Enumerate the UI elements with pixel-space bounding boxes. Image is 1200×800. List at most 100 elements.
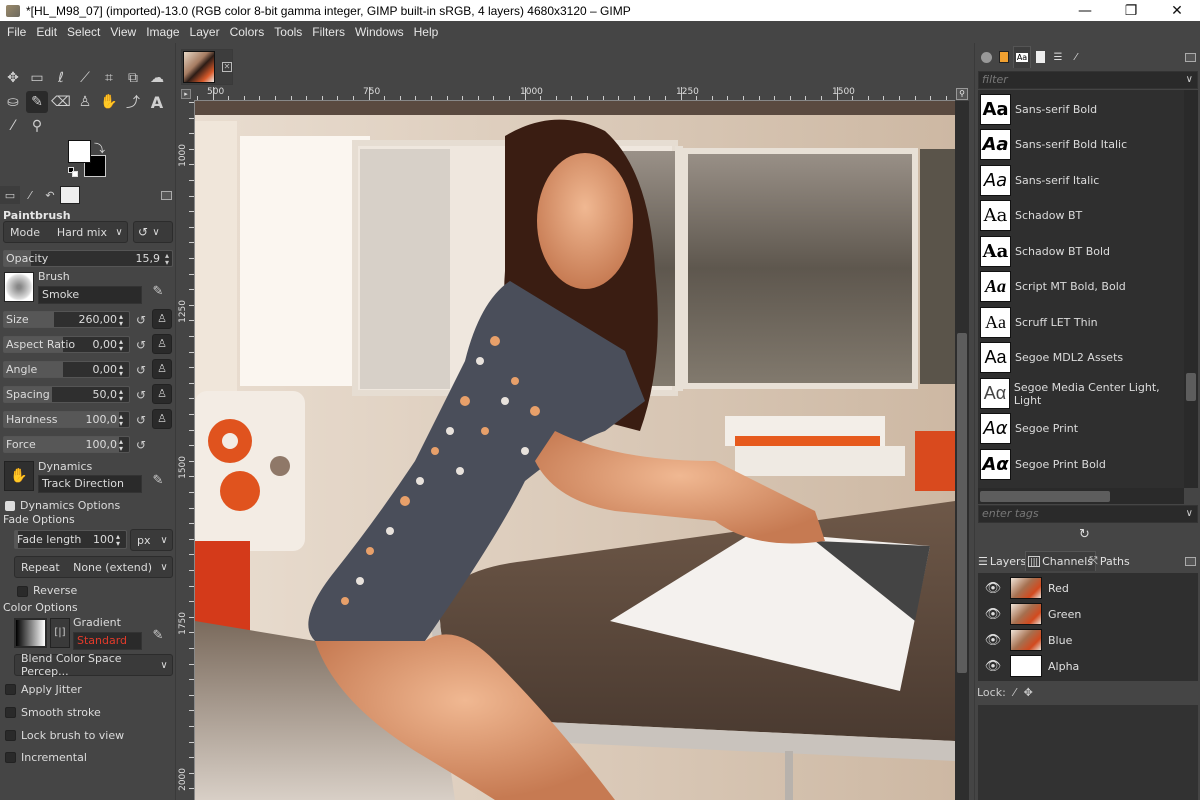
paint-tab-icon[interactable]: ⁄ bbox=[1067, 46, 1085, 68]
tool-options-tab-icon[interactable]: ▭ bbox=[0, 186, 20, 204]
menu-file[interactable]: File bbox=[2, 25, 31, 39]
spin-icon[interactable]: ▴ ▾ bbox=[119, 387, 129, 402]
channel-row[interactable]: 👁 Alpha bbox=[978, 653, 1198, 679]
channel-row[interactable]: 👁 Blue bbox=[978, 627, 1198, 653]
reset-spacing-icon[interactable]: ↺ bbox=[134, 388, 148, 402]
free-select-tool-icon[interactable]: ℓ bbox=[50, 67, 72, 89]
mode-dropdown[interactable]: Mode Hard mix ∨ bbox=[3, 221, 128, 243]
angle-slider[interactable]: Angle 0,00 ▴ ▾ bbox=[3, 361, 130, 378]
lock-position-icon[interactable]: ✥ bbox=[1024, 686, 1033, 699]
edit-dynamics-icon[interactable]: ✎ bbox=[148, 473, 168, 491]
fuzzy-select-tool-icon[interactable]: ⟋ bbox=[74, 67, 96, 89]
repeat-dropdown[interactable]: Repeat None (extend) ∨ bbox=[14, 556, 173, 578]
reset-hardness-icon[interactable]: ↺ bbox=[134, 413, 148, 427]
zoom-tool-icon[interactable]: ⚲ bbox=[26, 115, 48, 137]
bucket-fill-tool-icon[interactable]: ⛀ bbox=[2, 91, 24, 113]
menu-filters[interactable]: Filters bbox=[307, 25, 350, 39]
edit-brush-icon[interactable]: ✎ bbox=[148, 284, 168, 302]
font-item[interactable]: Aα Segoe Print bbox=[978, 411, 1184, 446]
canvas-vertical-scrollbar[interactable] bbox=[955, 101, 969, 800]
panel-menu-button[interactable] bbox=[1185, 557, 1196, 566]
channel-row[interactable]: 👁 Red bbox=[978, 575, 1198, 601]
menu-colors[interactable]: Colors bbox=[225, 25, 270, 39]
image-tab[interactable]: ✕ bbox=[181, 49, 233, 85]
visibility-eye-icon[interactable]: 👁 bbox=[980, 607, 1006, 622]
navigate-zoom-icon[interactable]: ⚲ bbox=[956, 88, 968, 100]
color-picker-tool-icon[interactable]: ⁄ bbox=[2, 115, 24, 137]
opacity-slider[interactable]: Opacity 15,9 ▴ ▾ bbox=[3, 250, 173, 267]
tab-layers[interactable]: ☰ Layers bbox=[976, 551, 1028, 571]
link-hardness-icon[interactable]: ♙ bbox=[152, 409, 172, 429]
visibility-eye-icon[interactable]: 👁 bbox=[980, 581, 1006, 596]
default-colors-icon[interactable] bbox=[68, 167, 78, 177]
close-image-icon[interactable]: ✕ bbox=[222, 62, 232, 72]
menu-view[interactable]: View bbox=[105, 25, 141, 39]
move-tool-icon[interactable]: ✥ bbox=[2, 67, 24, 89]
visibility-eye-icon[interactable]: 👁 bbox=[980, 633, 1006, 648]
swap-colors-icon[interactable]: ⤵ bbox=[94, 140, 105, 156]
gradient-name-field[interactable]: Standard bbox=[73, 632, 142, 650]
images-tab-icon[interactable] bbox=[60, 186, 80, 204]
menu-windows[interactable]: Windows bbox=[350, 25, 409, 39]
font-item[interactable]: Aa Sans-serif Bold Italic bbox=[978, 127, 1184, 162]
spin-icon[interactable]: ▴ ▾ bbox=[119, 312, 129, 327]
reverse-checkbox[interactable] bbox=[17, 586, 28, 597]
dynamics-options-collapse-icon[interactable] bbox=[5, 501, 15, 511]
quick-mask-toggle-icon[interactable]: ▸ bbox=[181, 89, 191, 99]
close-button[interactable]: ✕ bbox=[1154, 0, 1200, 21]
tab-paths[interactable]: ⤧ Paths bbox=[1087, 551, 1132, 571]
font-item[interactable]: Aα Segoe Media Center Light, Light bbox=[978, 376, 1184, 411]
font-filter-input[interactable]: filter ∨ bbox=[978, 71, 1198, 89]
font-item[interactable]: Aa Schadow BT bbox=[978, 198, 1184, 233]
reset-size-icon[interactable]: ↺ bbox=[134, 313, 148, 327]
link-angle-icon[interactable]: ♙ bbox=[152, 359, 172, 379]
reverse-gradient-icon[interactable]: [|] bbox=[50, 618, 70, 648]
blend-color-space-dropdown[interactable]: Blend Color Space Percep... ∨ bbox=[14, 652, 173, 678]
font-item[interactable]: Aa Sans-serif Bold bbox=[978, 92, 1184, 127]
tags-input[interactable]: enter tags ∨ bbox=[978, 505, 1198, 523]
text-tool-icon[interactable]: A bbox=[146, 91, 168, 113]
channel-row[interactable]: 👁 Green bbox=[978, 601, 1198, 627]
foreground-color[interactable] bbox=[68, 140, 91, 163]
tab-channels[interactable]: ||| Channels bbox=[1025, 551, 1096, 571]
font-item[interactable]: Aa Sans-serif Italic bbox=[978, 163, 1184, 198]
rect-select-tool-icon[interactable]: ▭ bbox=[26, 67, 48, 89]
font-item[interactable]: Aα Segoe Print Bold bbox=[978, 447, 1184, 482]
eraser-tool-icon[interactable]: ⌫ bbox=[50, 91, 72, 113]
panel-menu-button[interactable] bbox=[1185, 53, 1196, 62]
aspect-ratio-slider[interactable]: Aspect Ratio 0,00 ▴ ▾ bbox=[3, 336, 130, 353]
paintbrush-tool-icon[interactable]: ✎ bbox=[26, 91, 48, 113]
horizontal-ruler[interactable]: 500 750 1000 1250 1500 bbox=[195, 87, 955, 101]
force-slider[interactable]: Force 100,0 ▴ ▾ bbox=[3, 436, 130, 453]
menu-image[interactable]: Image bbox=[141, 25, 184, 39]
hardness-slider[interactable]: Hardness 100,0 ▴ ▾ bbox=[3, 411, 130, 428]
device-status-tab-icon[interactable]: ⁄ bbox=[20, 186, 40, 204]
clone-tool-icon[interactable]: ♙ bbox=[74, 91, 96, 113]
layers-stack-tab-icon[interactable]: ☰ bbox=[1049, 46, 1067, 68]
spin-icon[interactable]: ▴ ▾ bbox=[119, 437, 129, 452]
dynamics-preview-icon[interactable]: ✋ bbox=[4, 461, 34, 491]
minimize-button[interactable]: — bbox=[1062, 0, 1108, 21]
spin-icon[interactable]: ▴ ▾ bbox=[119, 362, 129, 377]
unified-transform-tool-icon[interactable]: ⧉ bbox=[122, 67, 144, 89]
font-item[interactable]: Aa Schadow BT Bold bbox=[978, 234, 1184, 269]
spin-icon[interactable]: ▴ ▾ bbox=[119, 337, 129, 352]
paths-tool-icon[interactable]: ⤴ bbox=[122, 91, 144, 113]
undo-history-tab-icon[interactable]: ↶ bbox=[40, 186, 60, 204]
brush-name-field[interactable]: Smoke bbox=[38, 286, 142, 304]
restore-button[interactable]: ❐ bbox=[1108, 0, 1154, 21]
brush-preview[interactable] bbox=[4, 272, 34, 302]
dynamics-name-field[interactable]: Track Direction bbox=[38, 475, 142, 493]
refresh-fonts-icon[interactable]: ↻ bbox=[1079, 527, 1090, 542]
lock-brush-to-view-checkbox[interactable] bbox=[5, 730, 16, 741]
scrollbar-thumb[interactable] bbox=[1186, 373, 1196, 401]
font-list-vertical-scrollbar[interactable] bbox=[1184, 90, 1198, 488]
menu-select[interactable]: Select bbox=[62, 25, 105, 39]
patterns-tab-icon[interactable] bbox=[995, 46, 1013, 68]
font-item[interactable]: Aa Script MT Bold, Bold bbox=[978, 269, 1184, 304]
link-size-icon[interactable]: ♙ bbox=[152, 309, 172, 329]
scrollbar-thumb[interactable] bbox=[980, 491, 1110, 502]
scrollbar-thumb[interactable] bbox=[957, 333, 967, 673]
incremental-checkbox[interactable] bbox=[5, 752, 16, 763]
spacing-slider[interactable]: Spacing 50,0 ▴ ▾ bbox=[3, 386, 130, 403]
